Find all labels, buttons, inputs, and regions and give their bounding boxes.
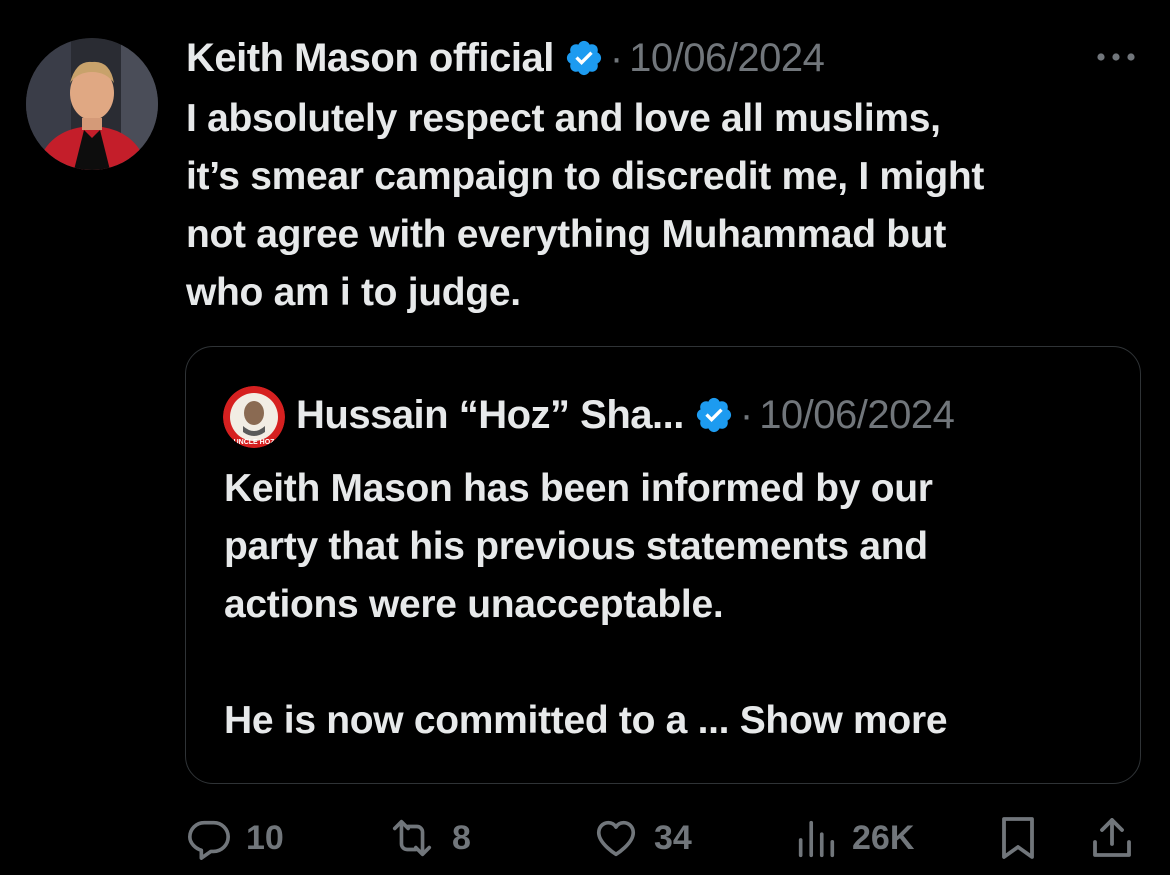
like-count: 34 [654, 818, 692, 857]
reply-count: 10 [246, 818, 284, 857]
separator-dot: · [739, 392, 754, 437]
tweet-text-line: not agree with everything Muhammad but [186, 213, 947, 256]
avatar-label: UNCLE HOZ [234, 439, 276, 446]
more-horizontal-icon [1097, 53, 1135, 61]
quoted-author-name[interactable]: Hussain “Hoz” Sha... [296, 393, 684, 438]
quoted-text-line: Keith Mason has been informed by our [224, 467, 933, 510]
views-chart-icon [798, 820, 835, 858]
quoted-text-line: actions were unacceptable. [224, 583, 724, 626]
verified-badge-icon [564, 38, 604, 78]
views-count: 26K [852, 818, 915, 857]
action-bar: 10 8 34 26K [186, 810, 1146, 866]
more-options-button[interactable] [1093, 40, 1139, 74]
repost-icon [392, 819, 432, 857]
share-button[interactable] [1090, 810, 1134, 866]
tweet-date[interactable]: 10/06/2024 [629, 36, 825, 81]
like-button[interactable]: 34 [592, 810, 692, 866]
tweet-text: I absolutely respect and love all muslim… [186, 90, 1146, 322]
show-more-link[interactable]: Show more [740, 699, 948, 742]
repost-count: 8 [452, 818, 471, 857]
bookmark-icon [1002, 817, 1034, 859]
reply-icon [188, 820, 230, 860]
tweet[interactable]: Keith Mason official · 10/06/2024 I abso… [0, 0, 1170, 875]
quoted-tweet-date: 10/06/2024 [759, 392, 955, 437]
tweet-text-line: it’s smear campaign to discredit me, I m… [186, 155, 985, 198]
views-button[interactable]: 26K [794, 810, 914, 866]
quoted-text-line-truncated: He is now committed to a ... Show more [224, 692, 1104, 750]
reply-button[interactable]: 10 [186, 810, 284, 866]
author-avatar[interactable] [26, 38, 158, 170]
quoted-tweet-text: Keith Mason has been informed by our par… [224, 460, 1104, 750]
tweet-header: Keith Mason official · 10/06/2024 [186, 30, 825, 86]
quoted-text-line: party that his previous statements and [224, 525, 928, 568]
heart-icon [596, 820, 636, 857]
share-icon [1093, 818, 1131, 857]
tweet-text-line: I absolutely respect and love all muslim… [186, 97, 941, 140]
separator-dot: · [609, 35, 624, 80]
quoted-tweet[interactable]: UNCLE HOZ Hussain “Hoz” Sha... · 10/06/2… [185, 346, 1141, 784]
truncated-text: He is now committed to a ... [224, 699, 730, 742]
repost-button[interactable]: 8 [386, 810, 471, 866]
author-name[interactable]: Keith Mason official [186, 36, 554, 81]
quoted-tweet-header: Hussain “Hoz” Sha... · 10/06/2024 [296, 387, 955, 443]
tweet-text-line: who am i to judge. [186, 271, 521, 314]
verified-badge-icon [694, 395, 734, 435]
bookmark-button[interactable] [998, 810, 1038, 866]
quoted-author-avatar[interactable]: UNCLE HOZ [223, 386, 285, 448]
